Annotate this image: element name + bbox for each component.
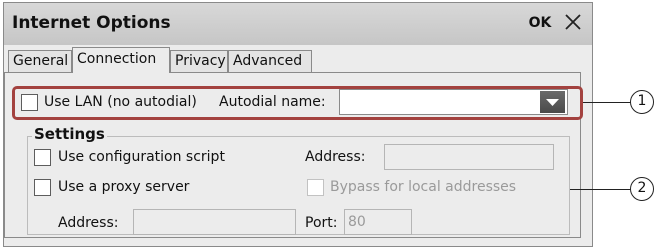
callout-2: 2 — [630, 177, 654, 201]
use-lan-checkbox[interactable] — [21, 94, 38, 111]
port-label: Port: — [305, 215, 338, 231]
use-lan-label: Use LAN (no autodial) — [44, 94, 197, 110]
callout-line-2 — [570, 189, 632, 190]
settings-title: Settings — [32, 125, 107, 143]
ok-button[interactable]: OK — [526, 10, 554, 36]
config-address-field[interactable] — [384, 144, 554, 170]
port-field[interactable]: 80 — [344, 209, 412, 235]
bypass-local-label: Bypass for local addresses — [330, 179, 517, 195]
close-icon[interactable] — [561, 8, 585, 36]
tab-advanced[interactable]: Advanced — [228, 50, 312, 72]
chevron-down-icon[interactable] — [540, 91, 565, 113]
proxy-address-field[interactable] — [133, 209, 296, 235]
config-address-label: Address: — [305, 149, 366, 165]
tab-connection[interactable]: Connection — [72, 47, 170, 73]
config-script-label: Use configuration script — [58, 149, 225, 165]
proxy-address-label: Address: — [58, 215, 119, 231]
tab-general[interactable]: General — [8, 50, 72, 72]
autodial-name-label: Autodial name: — [219, 94, 326, 110]
config-script-checkbox[interactable] — [34, 149, 51, 166]
callout-1: 1 — [630, 90, 654, 114]
title-bar: Internet Options OK — [4, 3, 592, 45]
proxy-server-checkbox[interactable] — [34, 179, 51, 196]
bypass-local-checkbox[interactable] — [307, 179, 324, 196]
proxy-server-label: Use a proxy server — [58, 179, 190, 195]
autodial-name-dropdown[interactable] — [339, 89, 568, 115]
callout-line-1 — [583, 102, 631, 103]
dialog-title: Internet Options — [12, 13, 171, 33]
tab-privacy[interactable]: Privacy — [170, 50, 228, 72]
